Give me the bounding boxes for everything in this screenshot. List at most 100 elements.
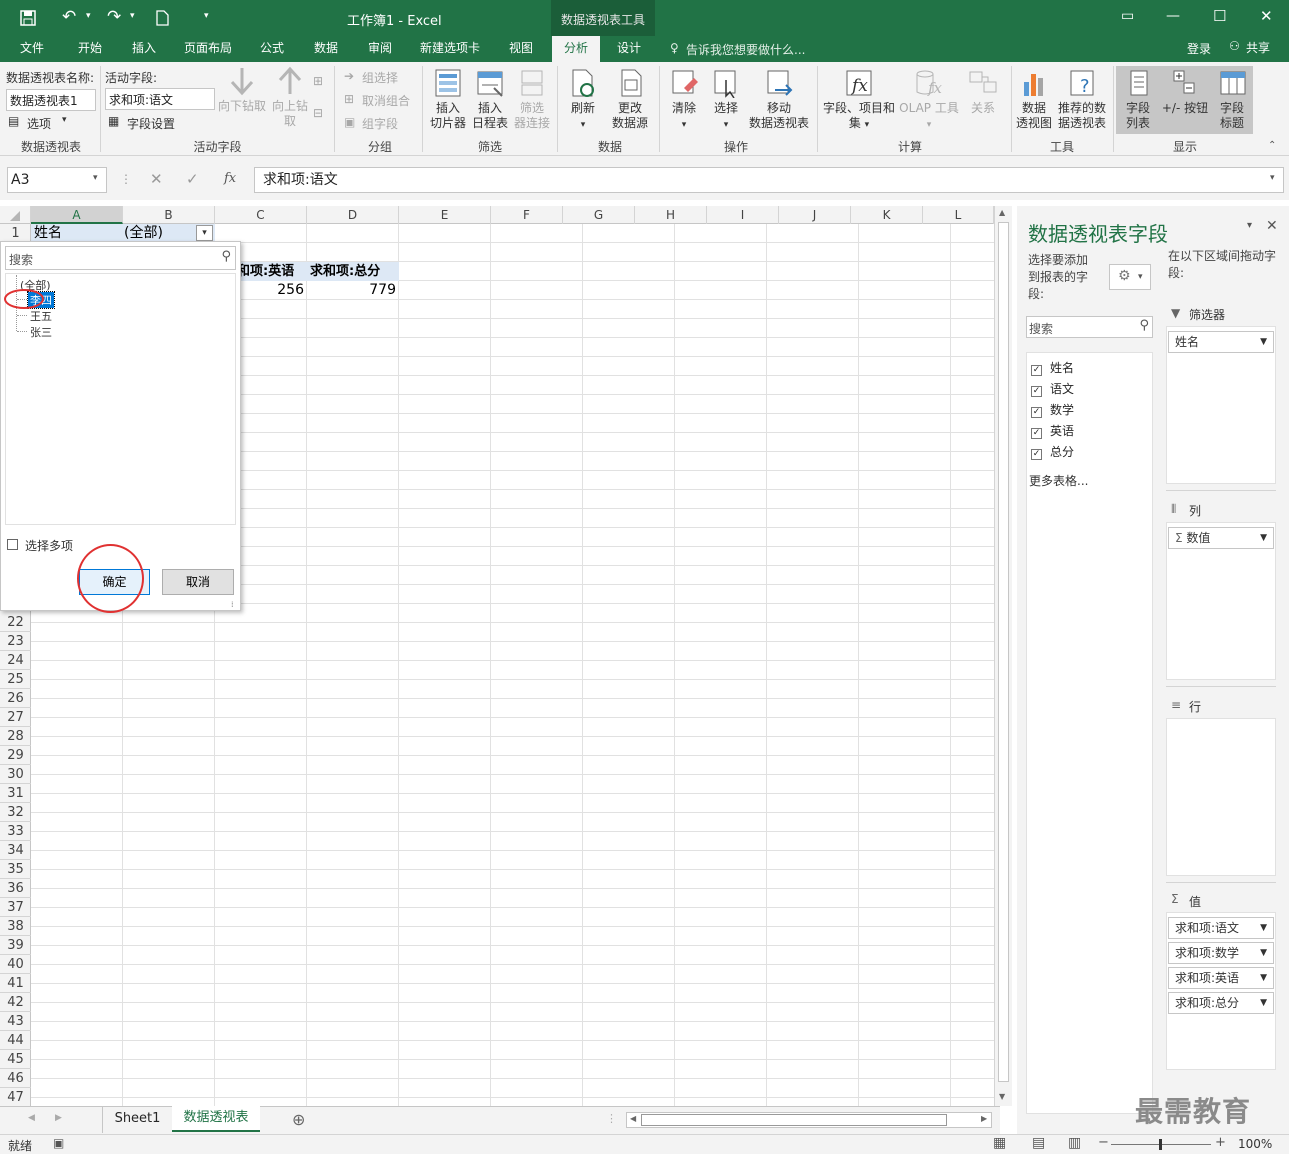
row-header[interactable]: 45 [0, 1050, 31, 1069]
select-button[interactable]: 选择 ▾ [706, 68, 746, 133]
tab-view[interactable]: 视图 [498, 36, 544, 62]
column-header-c[interactable]: C [215, 206, 307, 224]
row-header[interactable]: 42 [0, 993, 31, 1012]
field-item[interactable]: ✓ 语文 [1031, 380, 1074, 397]
row-header[interactable]: 35 [0, 860, 31, 879]
zoom-slider-thumb[interactable] [1159, 1139, 1162, 1150]
cell-d4[interactable]: 779 [307, 281, 396, 300]
clear-button[interactable]: 清除 ▾ [664, 68, 704, 133]
tab-new[interactable]: 新建选项卡 [412, 36, 488, 62]
prev-sheet-icon[interactable]: ◀ [28, 1113, 35, 1123]
horizontal-scrollbar[interactable]: ◀ ▶ [626, 1112, 992, 1128]
active-field-input[interactable]: 求和项:语文 [105, 88, 215, 110]
pivot-chart-button[interactable]: 数据 透视图 [1014, 68, 1054, 131]
add-sheet-icon[interactable]: ⊕ [292, 1110, 305, 1129]
refresh-button[interactable]: 刷新 ▾ [563, 68, 603, 133]
undo-dropdown-icon[interactable]: ▾ [86, 11, 91, 21]
share-button[interactable]: 共享 [1246, 39, 1270, 56]
tell-me-icon[interactable]: ♀ [670, 41, 679, 55]
drill-down-button[interactable]: 向下钻取 [216, 66, 268, 114]
vertical-scrollbar[interactable]: ▲ ▼ [994, 206, 1012, 1106]
filter-item-wangwu[interactable]: 王五 [30, 308, 52, 324]
value-field-dropdown[interactable]: 求和项:总分 ▼ [1168, 992, 1274, 1014]
column-header-e[interactable]: E [399, 206, 491, 224]
column-header-k[interactable]: K [851, 206, 923, 224]
row-header[interactable]: 37 [0, 898, 31, 917]
next-sheet-icon[interactable]: ▶ [55, 1113, 62, 1123]
normal-view-icon[interactable]: ▦ [993, 1135, 1006, 1151]
tell-me-input[interactable]: 告诉我您想要做什么... [686, 41, 805, 58]
column-header-h[interactable]: H [635, 206, 707, 224]
cell-d3[interactable]: 求和项:总分 [310, 262, 380, 281]
expand-formula-icon[interactable]: ▾ [1270, 173, 1275, 183]
tab-page-layout[interactable]: 页面布局 [176, 36, 240, 62]
expand-field-icon[interactable]: ⊞ [313, 74, 323, 88]
confirm-entry-icon[interactable]: ✓ [186, 170, 199, 188]
field-list-button[interactable]: 字段 列表 [1118, 68, 1158, 131]
tab-formulas[interactable]: 公式 [248, 36, 296, 62]
scroll-down-icon[interactable]: ▼ [999, 1092, 1005, 1101]
login-link[interactable]: 登录 [1187, 40, 1211, 57]
filter-search-input[interactable]: 搜索 ⚲ [5, 246, 236, 270]
row-header[interactable]: 32 [0, 803, 31, 822]
name-box-dropdown-icon[interactable]: ▾ [93, 173, 98, 183]
insert-function-icon[interactable]: fx [224, 171, 236, 186]
filters-area[interactable]: 姓名 ▼ [1166, 326, 1276, 484]
row-header[interactable]: 44 [0, 1031, 31, 1050]
resize-grip-icon[interactable]: ⁞ [231, 600, 234, 609]
column-header-a[interactable]: A [31, 206, 123, 224]
columns-area[interactable]: Σ 数值 ▼ [1166, 522, 1276, 680]
field-item[interactable]: ✓ 总分 [1031, 443, 1074, 460]
field-settings-button[interactable]: 字段设置 [127, 115, 175, 132]
options-dropdown-icon[interactable]: ▾ [62, 115, 67, 125]
field-headers-button[interactable]: 字段 标题 [1212, 68, 1252, 131]
field-settings-gear[interactable]: ⚙ ▾ [1109, 264, 1151, 290]
zoom-in-icon[interactable]: + [1215, 1135, 1226, 1150]
filter-connections-button[interactable]: 筛选 器连接 [512, 68, 552, 131]
olap-tools-button[interactable]: fx OLAP 工具 ▾ [898, 68, 960, 133]
row-header[interactable]: 41 [0, 974, 31, 993]
select-all-corner[interactable] [0, 206, 31, 224]
new-document-icon[interactable] [156, 10, 169, 26]
value-field-dropdown[interactable]: 求和项:语文 ▼ [1168, 917, 1274, 939]
cell-c3[interactable]: 和项:英语 [237, 262, 294, 281]
plus-minus-buttons[interactable]: +/- 按钮 [1160, 68, 1210, 116]
horizontal-scroll-thumb[interactable] [641, 1114, 947, 1126]
multi-select-checkbox[interactable] [7, 539, 18, 550]
search-icon[interactable]: ⚲ [221, 249, 231, 264]
pane-options-icon[interactable]: ▾ [1247, 220, 1252, 231]
field-item[interactable]: ✓ 数学 [1031, 401, 1074, 418]
tab-home[interactable]: 开始 [66, 36, 114, 62]
row-header[interactable]: 34 [0, 841, 31, 860]
scroll-left-icon[interactable]: ◀ [630, 1114, 636, 1123]
save-icon[interactable] [20, 10, 36, 26]
drill-up-button[interactable]: 向上钻取 [270, 66, 310, 129]
pivot-filter-dropdown-button[interactable]: ▾ [196, 225, 213, 241]
tab-review[interactable]: 审阅 [356, 36, 404, 62]
undo-icon[interactable]: ↶ [62, 7, 76, 27]
redo-dropdown-icon[interactable]: ▾ [130, 11, 135, 21]
values-area[interactable]: 求和项:语文 ▼ 求和项:数学 ▼ 求和项:英语 ▼ 求和项:总分 ▼ [1166, 912, 1276, 1070]
minimize-icon[interactable]: — [1166, 8, 1180, 24]
ribbon-display-icon[interactable]: ▭ [1121, 8, 1134, 24]
scroll-up-icon[interactable]: ▲ [999, 208, 1005, 217]
pane-search-input[interactable]: 搜索 ⚲ [1026, 316, 1153, 338]
column-header-b[interactable]: B [123, 206, 215, 224]
collapse-field-icon[interactable]: ⊟ [313, 106, 323, 120]
cancel-button[interactable]: 取消 [162, 569, 234, 595]
recommended-pivot-button[interactable]: ? 推荐的数 据透视表 [1055, 68, 1109, 131]
row-header[interactable]: 36 [0, 879, 31, 898]
row-header[interactable]: 40 [0, 955, 31, 974]
row-header[interactable]: 29 [0, 746, 31, 765]
row-header[interactable]: 31 [0, 784, 31, 803]
insert-timeline-button[interactable]: 插入 日程表 [470, 68, 510, 131]
change-source-button[interactable]: 更改 数据源 [604, 68, 656, 131]
row-header[interactable]: 27 [0, 708, 31, 727]
row-header[interactable]: 28 [0, 727, 31, 746]
row-header[interactable]: 24 [0, 651, 31, 670]
pane-close-icon[interactable]: ✕ [1266, 218, 1278, 234]
sheet-tab-pivot[interactable]: 数据透视表 [172, 1106, 260, 1132]
row-header[interactable]: 39 [0, 936, 31, 955]
collapse-ribbon-icon[interactable]: ⌃ [1268, 140, 1276, 151]
vertical-scroll-thumb[interactable] [998, 222, 1009, 1082]
